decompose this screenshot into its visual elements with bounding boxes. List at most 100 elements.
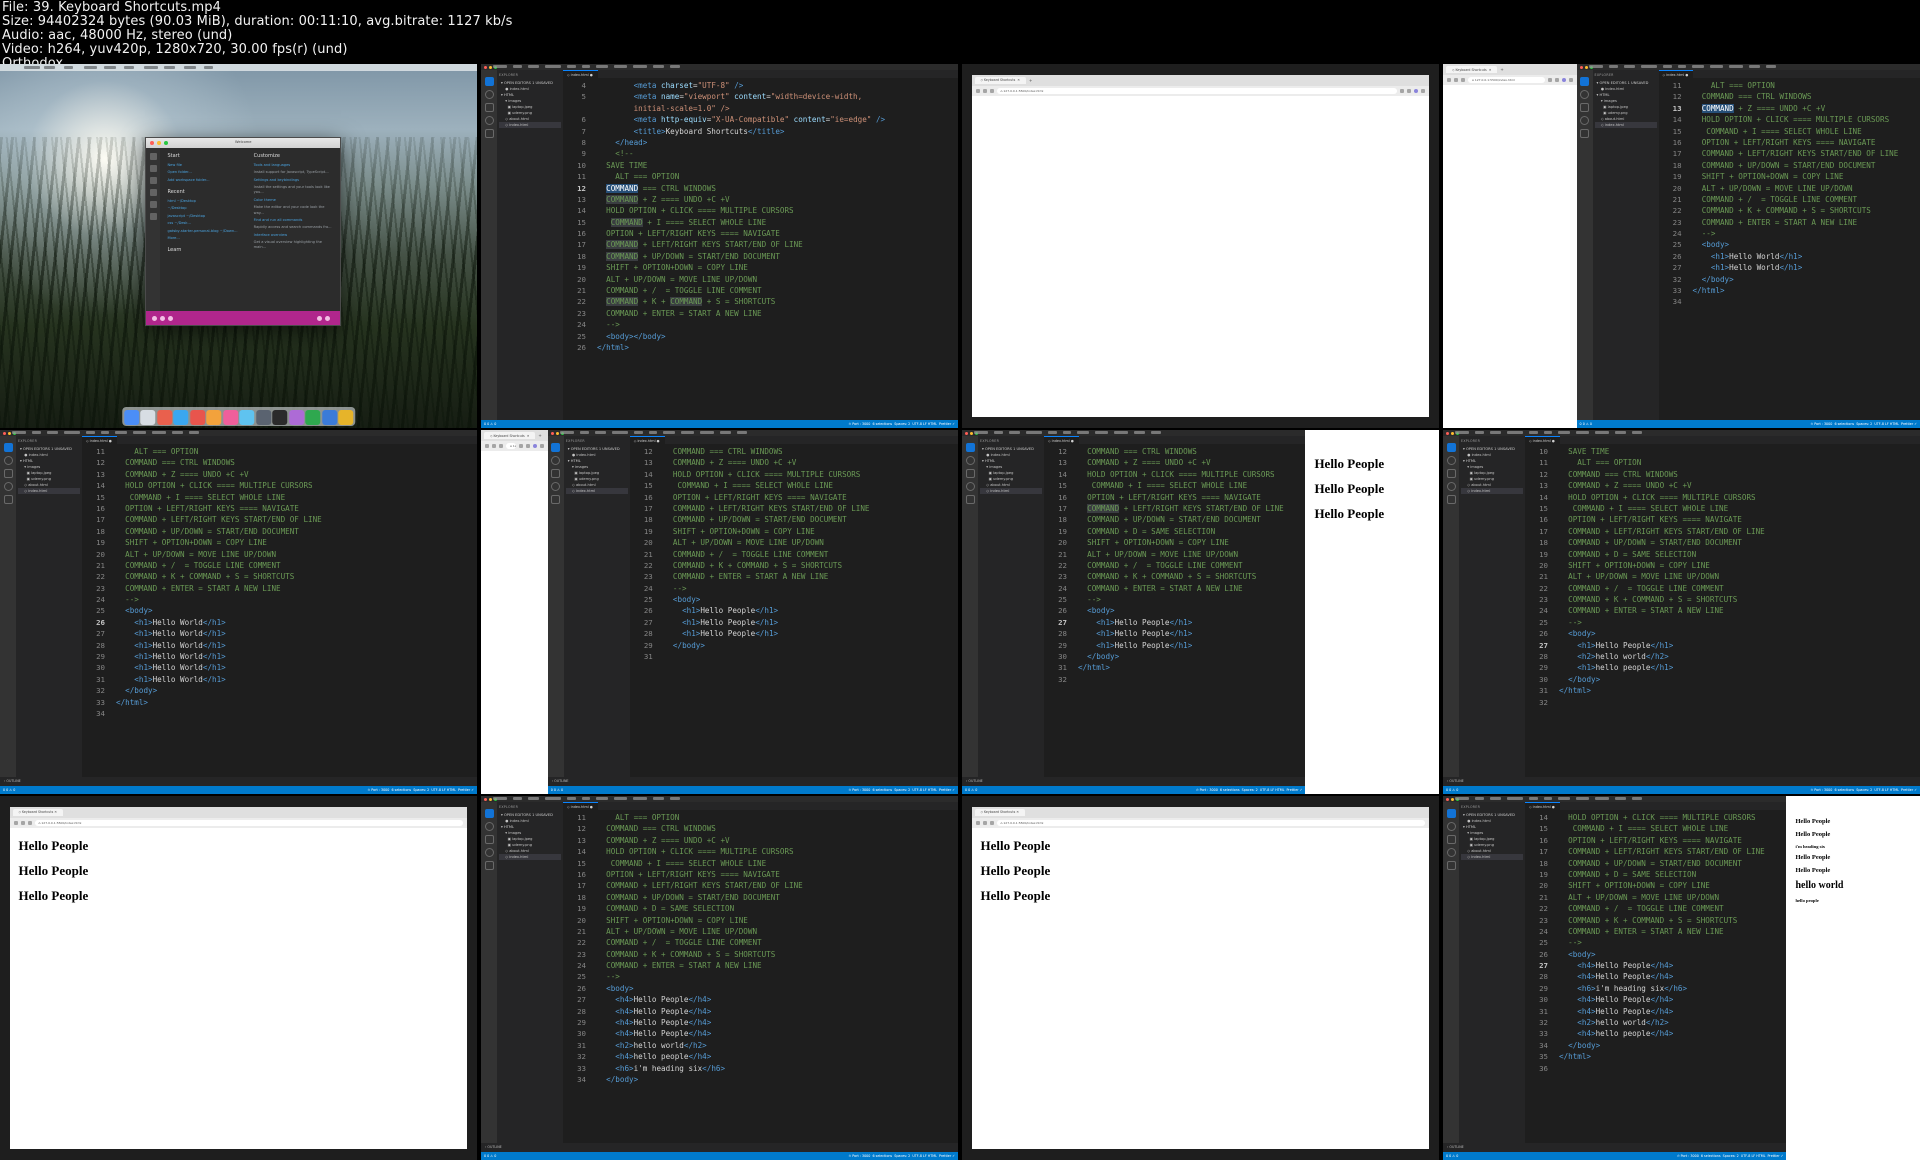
explorer-icon[interactable]: [551, 443, 561, 452]
macos-dock[interactable]: [121, 407, 356, 426]
editor-tab-bar[interactable]: ◇ index.html ●: [1044, 436, 1306, 444]
status-problems[interactable]: 0 0 ⚠ 0: [3, 788, 15, 792]
menubar-items[interactable]: [559, 431, 747, 434]
welcome-start-item[interactable]: New file: [167, 163, 239, 168]
extensions-icon[interactable]: [1446, 861, 1456, 870]
sidebar-item-index-html[interactable]: ◇ index.html: [980, 488, 1042, 494]
search-icon[interactable]: [484, 90, 494, 99]
debug-icon[interactable]: [1446, 848, 1456, 857]
debug-icon[interactable]: [484, 848, 494, 857]
status-problems[interactable]: 0 0 ⚠ 0: [484, 1154, 496, 1158]
outline-panel[interactable]: › OUTLINE: [962, 777, 1306, 786]
status-bar[interactable]: 0 0 ⚠ 0 ⏱ Port : 3000 6 selections Space…: [1576, 420, 1920, 428]
browser-tab[interactable]: ◇ Keyboard Shortcuts ✕: [974, 808, 1025, 816]
outline-panel[interactable]: › OUTLINE: [1443, 1143, 1787, 1152]
status-problems[interactable]: 0 0 ⚠ 0: [965, 788, 977, 792]
status-right[interactable]: ⏱ Port : 3000 6 selections Spaces: 2 UTF…: [1811, 422, 1917, 426]
activity-bar[interactable]: [146, 147, 161, 326]
welcome-recent-item[interactable]: javascript ~/Desktop: [167, 214, 239, 219]
status-right[interactable]: ⏱ Port : 3000 6 selections Spaces: 2 UTF…: [849, 788, 955, 792]
search-icon[interactable]: [484, 822, 494, 831]
status-right[interactable]: ⏱ Port : 3000 6 selections Spaces: 2 UTF…: [368, 788, 474, 792]
status-problems[interactable]: 0 0 ⚠ 0: [1580, 422, 1592, 426]
menu-icon[interactable]: [1568, 78, 1573, 82]
extensions-icon[interactable]: [484, 129, 494, 138]
outline-panel[interactable]: › OUTLINE: [0, 777, 477, 786]
welcome-start-item[interactable]: Open folder...: [167, 170, 239, 175]
extensions-icon[interactable]: [3, 495, 13, 504]
gear-icon[interactable]: [149, 212, 157, 220]
thumb-12-editor-h4-h6[interactable]: EXPLORER ▾ OPEN EDITORS 1 UNSAVED ● inde…: [1443, 796, 1920, 1160]
new-tab-button[interactable]: +: [538, 433, 541, 438]
welcome-recent-item[interactable]: gatsby-starter-personal-blog ~/Down...: [167, 229, 239, 234]
source-control-icon[interactable]: [1580, 103, 1590, 112]
bookmark-icon[interactable]: [525, 444, 530, 448]
code-editor[interactable]: 11 ALT === OPTION 12 COMMAND === CTRL WIN…: [1659, 78, 1920, 420]
reload-icon[interactable]: [499, 444, 503, 448]
code-editor[interactable]: 11 ALT === OPTION 12 COMMAND === CTRL WIN…: [82, 444, 477, 777]
status-right[interactable]: ⏱ Port : 3000 6 selections Spaces: 2 UTF…: [1811, 788, 1917, 792]
explorer-sidebar[interactable]: EXPLORER ▾ OPEN EDITORS 1 UNSAVED ● inde…: [497, 70, 563, 420]
menubar-items[interactable]: [12, 431, 199, 434]
code-editor[interactable]: 14 HOLD OPTION + CLICK ==== MULTIPLE CUR…: [1525, 810, 1786, 1143]
welcome-start-item[interactable]: Add workspace folder...: [167, 178, 239, 183]
explorer-sidebar[interactable]: EXPLORER ▾ OPEN EDITORS 1 UNSAVED ● inde…: [16, 436, 82, 777]
editor-tab-bar[interactable]: ◇ index.html ●: [1525, 436, 1920, 444]
menu-icon[interactable]: [539, 444, 544, 448]
debug-icon[interactable]: [1580, 116, 1590, 125]
search-icon[interactable]: [1446, 456, 1456, 465]
sidebar-item-index-html[interactable]: ◇ index.html: [1594, 122, 1657, 128]
menubar-items[interactable]: [493, 797, 680, 800]
code-editor[interactable]: 4 <meta charset="UTF-8" /> 5 <meta name="…: [563, 78, 958, 420]
search-icon[interactable]: [149, 164, 157, 172]
status-problems[interactable]: 0 0 ⚠ 0: [551, 788, 563, 792]
editor-area[interactable]: ◇ index.html ● 11 ALT === OPTION 12 COMMA…: [563, 802, 958, 1143]
explorer-sidebar[interactable]: EXPLORER ▾ OPEN EDITORS 1 UNSAVED ● inde…: [563, 436, 630, 777]
search-icon[interactable]: [1580, 90, 1590, 99]
status-problems[interactable]: 0 0 ⚠ 0: [1446, 788, 1458, 792]
source-control-icon[interactable]: [1446, 835, 1456, 844]
new-tab-button[interactable]: +: [1500, 67, 1503, 72]
activity-bar[interactable]: [1443, 802, 1459, 1143]
extension-icon[interactable]: [1547, 78, 1552, 82]
debug-icon[interactable]: [484, 116, 494, 125]
avatar[interactable]: [532, 444, 537, 448]
debug-icon[interactable]: [1446, 482, 1456, 491]
explorer-icon[interactable]: [965, 443, 975, 452]
tab-index-html[interactable]: ◇ index.html ●: [1044, 436, 1079, 444]
thumb-10-editor-h4-list[interactable]: EXPLORER ▾ OPEN EDITORS 1 UNSAVED ● inde…: [481, 796, 958, 1160]
extension-icon[interactable]: [1400, 88, 1405, 93]
activity-bar[interactable]: [481, 70, 497, 420]
welcome-customize-item[interactable]: Interface overview: [254, 233, 333, 238]
activity-bar[interactable]: [0, 436, 16, 777]
browser-tab-strip[interactable]: ◇ Keyboard Shortcuts ✕: [9, 806, 468, 818]
avatar[interactable]: [1414, 88, 1419, 93]
bookmark-icon[interactable]: [1407, 88, 1412, 93]
welcome-recent-item[interactable]: More...: [167, 236, 239, 241]
status-right[interactable]: ⏱ Port : 3000 6 selections Spaces: 2 UTF…: [849, 422, 955, 426]
activity-bar[interactable]: [962, 436, 978, 777]
welcome-recent-item[interactable]: css ~/Desk...: [167, 221, 239, 226]
menu-icon[interactable]: [1421, 88, 1426, 93]
status-bar[interactable]: 0 0 ⚠ 0 ⏱ Port : 3000 6 selections Space…: [0, 786, 477, 794]
back-icon[interactable]: [485, 444, 489, 448]
source-control-icon[interactable]: [484, 835, 494, 844]
status-bar[interactable]: 0 0 ⚠ 0 ⏱ Port : 3000 6 selections Space…: [1443, 786, 1920, 794]
sidebar-item-index-html[interactable]: ◇ index.html: [499, 854, 561, 860]
explorer-sidebar[interactable]: EXPLORER ▾ OPEN EDITORS 1 UNSAVED ● inde…: [1459, 802, 1525, 1143]
editor-tab-bar[interactable]: ◇ index.html ●: [563, 70, 958, 78]
source-control-icon[interactable]: [965, 469, 975, 478]
explorer-icon[interactable]: [3, 443, 13, 452]
activity-bar[interactable]: [481, 802, 497, 1143]
browser-tab[interactable]: ◇ Keyboard Shortcuts ✕: [974, 76, 1026, 84]
bookmark-icon[interactable]: [1554, 78, 1559, 82]
welcome-customize-item[interactable]: Find and run all commands: [254, 218, 333, 223]
code-editor[interactable]: 11 ALT === OPTION 12 COMMAND === CTRL WIN…: [563, 810, 958, 1143]
address-bar[interactable]: ⌂ 127.0.0.1:5500/index.html: [996, 819, 1426, 826]
menubar-items[interactable]: [493, 65, 680, 68]
browser-tab[interactable]: ◇ Keyboard Shortcuts ✕: [484, 432, 536, 439]
editor-area[interactable]: ◇ index.html ● 11 ALT === OPTION 12 COMMA…: [1658, 70, 1920, 420]
browser-tab-strip[interactable]: ◇ Keyboard Shortcuts ✕ +: [481, 430, 548, 441]
welcome-customize-item[interactable]: Color theme: [254, 198, 333, 203]
back-icon[interactable]: [975, 88, 980, 93]
